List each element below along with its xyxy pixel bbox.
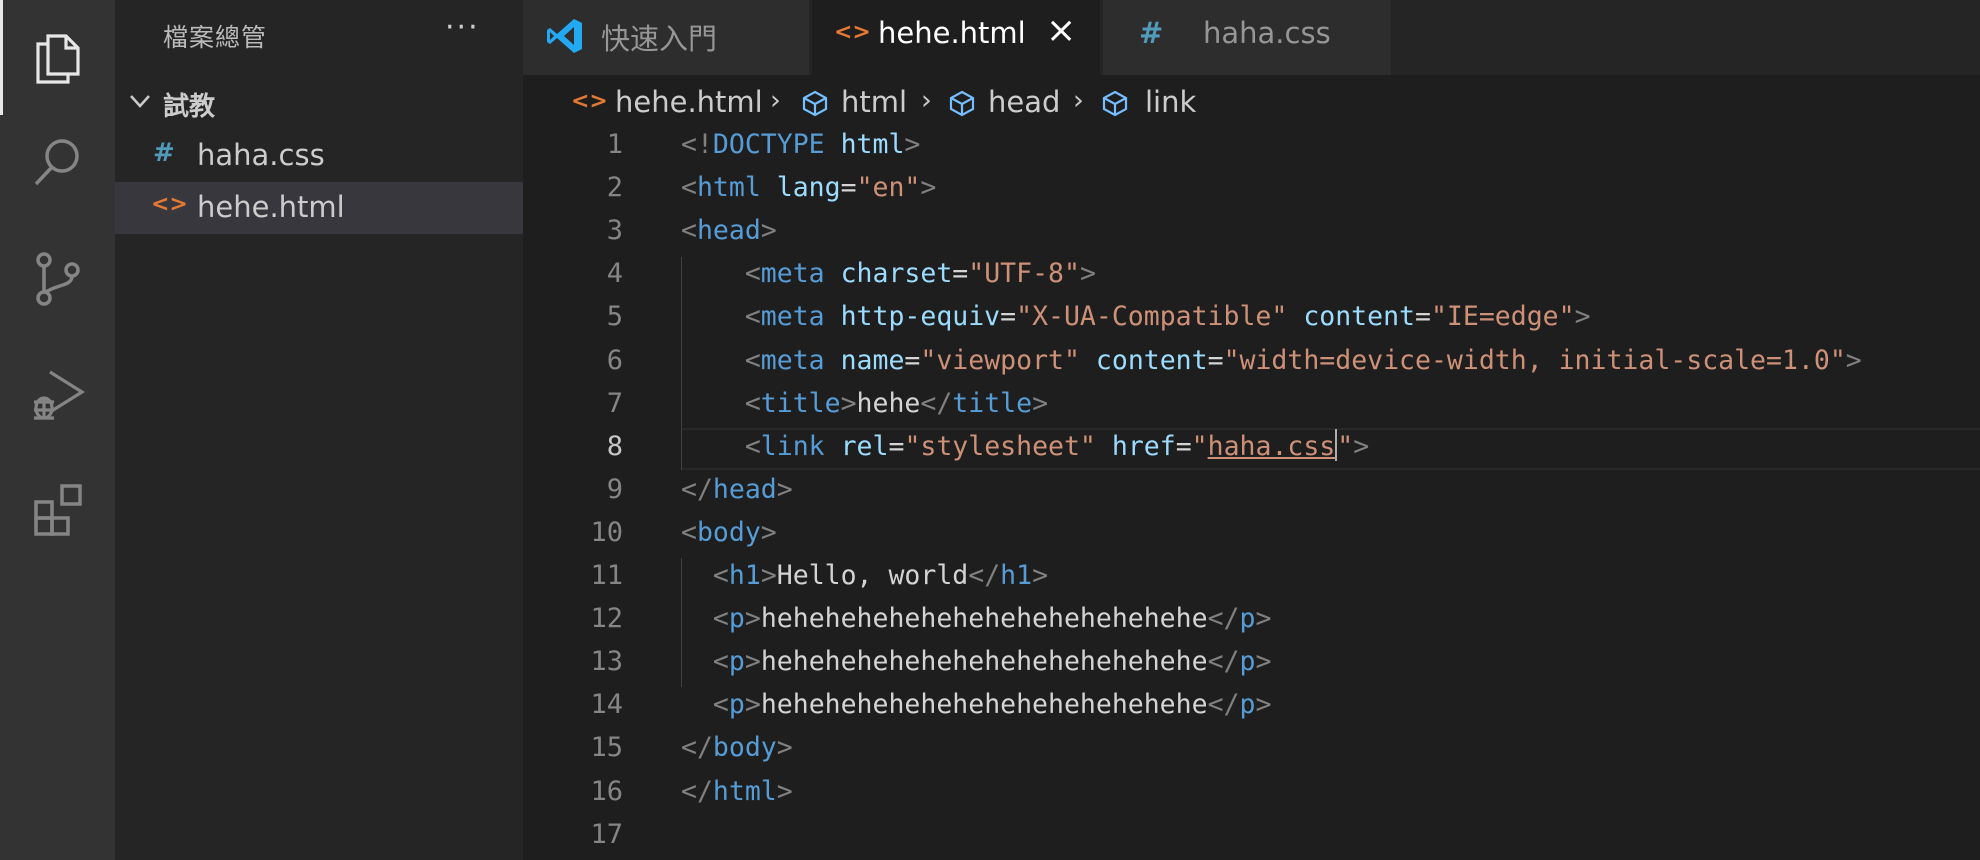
code-line[interactable]: <p>hehehehehehehehehehehehehehe</p> (681, 646, 1272, 677)
file-name: haha.css (197, 138, 325, 172)
line-number: 9 (606, 473, 623, 505)
code-line[interactable]: <body> (681, 517, 777, 548)
html-file-icon: <> (151, 192, 188, 217)
line-number: 3 (606, 215, 623, 247)
files-icon[interactable] (0, 0, 115, 115)
breadcrumb-file[interactable]: hehe.html (615, 85, 763, 119)
code-line[interactable]: <h1>Hello, world</h1> (681, 560, 1048, 591)
line-number: 5 (606, 301, 623, 333)
symbol-element-icon (949, 90, 975, 117)
line-number: 13 (590, 646, 623, 678)
chevron-right-icon: › (770, 85, 781, 116)
line-number: 4 (606, 258, 623, 290)
tab-haha-css[interactable]: # haha.css (1103, 0, 1391, 75)
tab-label: haha.css (1203, 16, 1331, 50)
html-file-icon: <> (834, 20, 871, 45)
breadcrumb-item-html[interactable]: html (841, 85, 907, 119)
vscode-logo-icon (547, 19, 582, 53)
code-line[interactable]: <html lang="en"> (681, 172, 936, 203)
explorer-header: 檔案總管 ··· (115, 0, 523, 70)
editor-tabs: 快速入門 <> hehe.html × # haha.css (523, 0, 1980, 75)
code-line[interactable]: <meta name="viewport" content="width=dev… (681, 345, 1862, 376)
explorer-title: 檔案總管 (163, 23, 268, 52)
chevron-right-icon: › (1073, 85, 1084, 116)
tab-quick-start[interactable]: 快速入門 (523, 0, 809, 75)
symbol-element-icon (1102, 90, 1128, 117)
line-number: 6 (606, 344, 623, 376)
source-control-icon[interactable] (0, 220, 115, 335)
chevron-right-icon: › (921, 85, 932, 116)
line-number: 8 (606, 430, 623, 462)
breadcrumb-item-head[interactable]: head (988, 85, 1060, 119)
code-line[interactable]: <p>hehehehehehehehehehehehehehe</p> (681, 603, 1272, 634)
symbol-element-icon (802, 90, 828, 117)
more-actions-icon[interactable]: ··· (445, 10, 480, 45)
breadcrumb-item-link[interactable]: link (1145, 85, 1196, 119)
line-number: 14 (590, 689, 623, 721)
code-line[interactable]: <p>hehehehehehehehehehehehehehe</p> (681, 689, 1272, 720)
code-line[interactable]: </body> (681, 732, 793, 763)
breadcrumb: <> hehe.html › html › head › link (523, 75, 1980, 127)
tab-label: hehe.html (878, 16, 1026, 50)
folder-row[interactable]: 試教 (115, 82, 523, 124)
html-file-icon: <> (571, 89, 608, 114)
code-line[interactable]: <head> (681, 215, 777, 246)
line-number: 16 (590, 775, 623, 807)
line-number: 1 (606, 129, 623, 160)
line-number: 15 (590, 732, 623, 764)
line-number: 2 (606, 172, 623, 204)
line-number: 12 (590, 603, 623, 635)
line-number: 17 (590, 818, 623, 850)
file-name: hehe.html (197, 190, 345, 224)
code-line[interactable]: <title>hehe</title> (681, 388, 1048, 419)
chevron-down-icon (130, 95, 150, 108)
line-number: 7 (606, 387, 623, 419)
code-line[interactable]: </html> (681, 776, 793, 807)
line-number: 10 (590, 516, 623, 548)
extensions-icon[interactable] (0, 450, 115, 565)
activity-bar (0, 0, 115, 860)
code-editor[interactable]: 1 <!DOCTYPE html> 2 <html lang="en"> 3 <head>… (523, 127, 1980, 860)
tab-hehe-html[interactable]: <> hehe.html × (812, 0, 1100, 75)
folder-name: 試教 (163, 92, 216, 122)
file-item-haha-css[interactable]: # haha.css (115, 130, 523, 182)
file-item-hehe-html[interactable]: <> hehe.html (115, 182, 523, 234)
tab-label: 快速入門 (601, 22, 718, 56)
close-icon[interactable]: × (1046, 10, 1076, 51)
css-file-icon: # (1139, 16, 1164, 50)
line-number: 11 (590, 560, 623, 591)
code-line[interactable]: <meta charset="UTF-8"> (681, 258, 1096, 289)
explorer-sidebar: 檔案總管 ··· 試教 # haha.css <> hehe.html (115, 0, 523, 860)
code-line[interactable]: </head> (681, 474, 793, 505)
code-line[interactable]: <link rel="stylesheet" href="haha.css"> (681, 429, 1369, 462)
code-line[interactable]: <!DOCTYPE html> (681, 129, 920, 160)
search-icon[interactable] (0, 104, 115, 219)
run-debug-icon[interactable] (0, 336, 115, 451)
css-file-icon: # (153, 138, 175, 168)
code-line[interactable]: <meta http-equiv="X-UA-Compatible" conte… (681, 301, 1591, 332)
